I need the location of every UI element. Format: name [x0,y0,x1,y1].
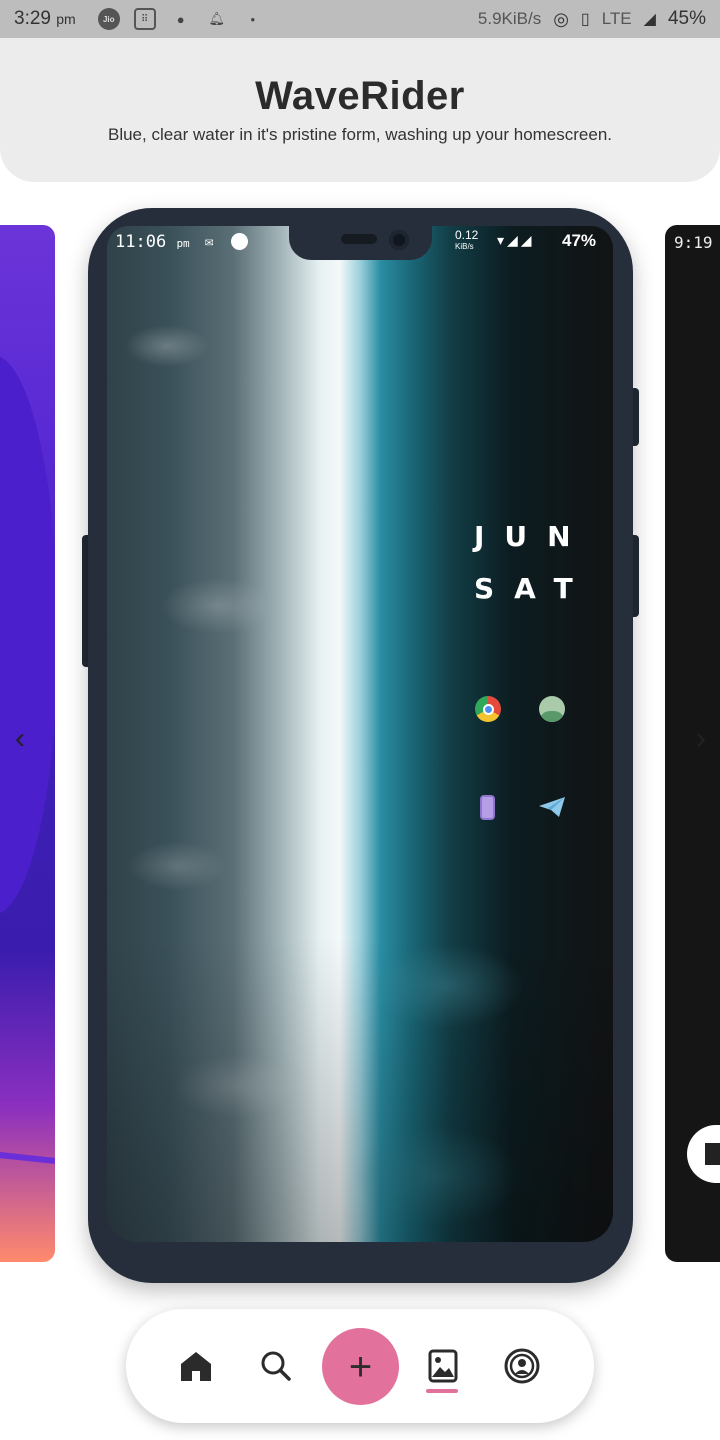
wallpapers-icon[interactable] [423,1309,463,1423]
search-icon[interactable] [256,1309,296,1423]
phone-icon [480,795,495,820]
reddit-icon: ● [176,11,185,27]
wallpaper-preview[interactable] [107,226,613,1242]
add-button[interactable]: + [322,1328,399,1405]
next-preview-widget [687,1125,720,1183]
bottom-navigation: + [126,1309,594,1423]
widget-day: SAT [474,572,593,605]
network-type: LTE [601,9,632,28]
preview-battery: 47% [562,231,597,250]
dot-icon: • [250,11,255,27]
gmail-icon: ✉ [205,234,214,250]
jio-icon: Jio [97,8,120,30]
contacts-icon [539,696,565,722]
preview-status-bar: 11:06 pm ✉ 0.12 KiB/s ▾◢◢ 47% [107,226,613,256]
preview-time: 11:06 pm [115,232,190,252]
profile-icon[interactable] [502,1309,542,1423]
page-title: WaveRider [255,74,465,118]
network-speed: 5.9KiB/s [477,9,542,28]
active-tab-indicator [426,1389,458,1393]
chrome-icon [475,696,501,722]
signal-icon: ◢ [643,11,656,28]
telegram-icon [539,797,565,817]
chevron-left-icon[interactable]: ‹ [5,722,35,755]
status-time: 3:29 pm [14,8,76,29]
chevron-right-icon[interactable]: › [686,722,716,755]
next-preview-time: 9:19 [674,233,713,252]
preview-network-speed: 0.12 KiB/s [455,228,479,251]
app-notification-icon [231,233,248,250]
location-icon: ◎ [553,8,569,29]
preview-signal-icons: ▾◢◢ [497,233,535,249]
header-card: WaveRider Blue, clear water in it's pris… [0,38,720,182]
widget-month: JUN [474,520,591,553]
grid-icon: ⠿ [133,8,156,30]
vibrate-icon: ▯ [580,11,590,28]
bell-icon: 🔔︎ [208,11,225,26]
battery-level: 45% [667,8,706,29]
status-bar: 3:29 pm Jio ⠿ ● 🔔︎ • 5.9KiB/s ◎ ▯ LTE ◢ … [0,0,720,38]
home-icon[interactable] [176,1309,216,1423]
page-subtitle: Blue, clear water in it's pristine form,… [107,125,613,144]
